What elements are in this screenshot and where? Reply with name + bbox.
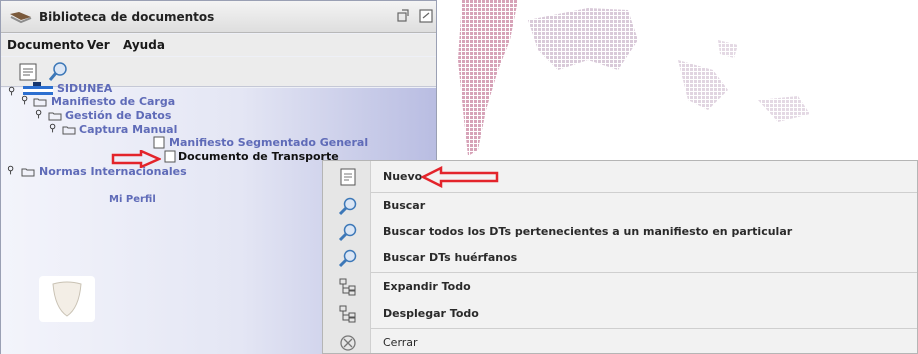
document-icon[interactable]: [17, 61, 39, 83]
tree-node-documento-de-transporte[interactable]: Documento de Transporte: [178, 150, 339, 163]
menu-bar: Documento Ver Ayuda: [1, 34, 436, 56]
annotation-arrow: [421, 166, 499, 188]
menu-item-desplegar-todo[interactable]: Desplegar Todo: [323, 300, 917, 328]
tree-node-sidunea[interactable]: SIDUNEA: [57, 82, 112, 95]
folder-icon: [48, 112, 62, 121]
collapse-tree-icon: [339, 305, 356, 323]
expand-key-icon[interactable]: ⚲: [35, 109, 42, 120]
world-map-image: [458, 0, 810, 156]
folder-icon: [21, 168, 35, 177]
menu-ver[interactable]: Ver: [87, 38, 110, 52]
tree-node-manifiesto-segmentado[interactable]: Manifiesto Segmentado General: [169, 136, 368, 149]
menu-item-buscar-todos[interactable]: Buscar todos los DTs pertenecientes a un…: [323, 218, 917, 246]
tree-node-gestion-de-datos[interactable]: Gestión de Datos: [65, 109, 171, 122]
menu-item-label: Buscar todos los DTs pertenecientes a un…: [383, 225, 793, 238]
menu-item-label: Expandir Todo: [383, 280, 471, 293]
flag-icon: [23, 82, 53, 95]
menu-item-expandir-todo[interactable]: Expandir Todo: [323, 273, 917, 301]
title-bar: Biblioteca de documentos: [1, 1, 436, 33]
search-icon: [338, 197, 357, 216]
expand-key-icon[interactable]: ⚲: [49, 123, 56, 134]
expand-tree-icon: [339, 278, 356, 296]
menu-item-cerrar[interactable]: Cerrar: [323, 329, 917, 354]
menu-item-label: Desplegar Todo: [383, 307, 479, 320]
context-menu: Nuevo Buscar Buscar todos los DTs perten…: [322, 160, 918, 354]
close-icon: [340, 335, 356, 351]
folder-icon: [33, 98, 47, 107]
menu-item-buscar[interactable]: Buscar: [323, 192, 917, 220]
avatar-image: [52, 281, 82, 317]
document-icon: [164, 150, 176, 163]
expand-key-icon[interactable]: ⚲: [21, 95, 28, 106]
menu-item-label: Nuevo: [383, 170, 423, 183]
folder-icon: [62, 126, 76, 135]
search-icon: [338, 249, 357, 268]
expand-key-icon[interactable]: ⚲: [8, 86, 15, 97]
tree-node-manifiesto-de-carga[interactable]: Manifiesto de Carga: [51, 95, 175, 108]
menu-item-nuevo[interactable]: Nuevo: [323, 163, 917, 191]
document-icon: [153, 136, 165, 149]
menu-documento[interactable]: Documento: [7, 38, 84, 52]
window-title: Biblioteca de documentos: [39, 10, 215, 24]
menu-item-label: Buscar DTs huérfanos: [383, 251, 518, 264]
tree-node-normas-internacionales[interactable]: Normas Internacionales: [39, 165, 187, 178]
new-document-icon: [340, 168, 356, 186]
avatar: [39, 276, 95, 322]
collapse-key-icon[interactable]: ⚲: [7, 165, 14, 176]
menu-item-label: Cerrar: [383, 336, 418, 349]
menu-item-label: Buscar: [383, 199, 426, 212]
tree-node-mi-perfil[interactable]: Mi Perfil: [109, 194, 156, 205]
restore-icon[interactable]: [394, 8, 412, 24]
menu-ayuda[interactable]: Ayuda: [123, 38, 165, 52]
search-icon[interactable]: [47, 61, 69, 83]
search-icon: [338, 223, 357, 242]
maximize-icon[interactable]: [417, 8, 435, 24]
world-map-background: [438, 0, 918, 160]
tree-node-captura-manual[interactable]: Captura Manual: [79, 123, 177, 136]
menu-item-buscar-huerfanos[interactable]: Buscar DTs huérfanos: [323, 244, 917, 272]
library-app-icon: [10, 12, 32, 24]
screen: Biblioteca de documentos Documento Ver A…: [0, 0, 918, 354]
